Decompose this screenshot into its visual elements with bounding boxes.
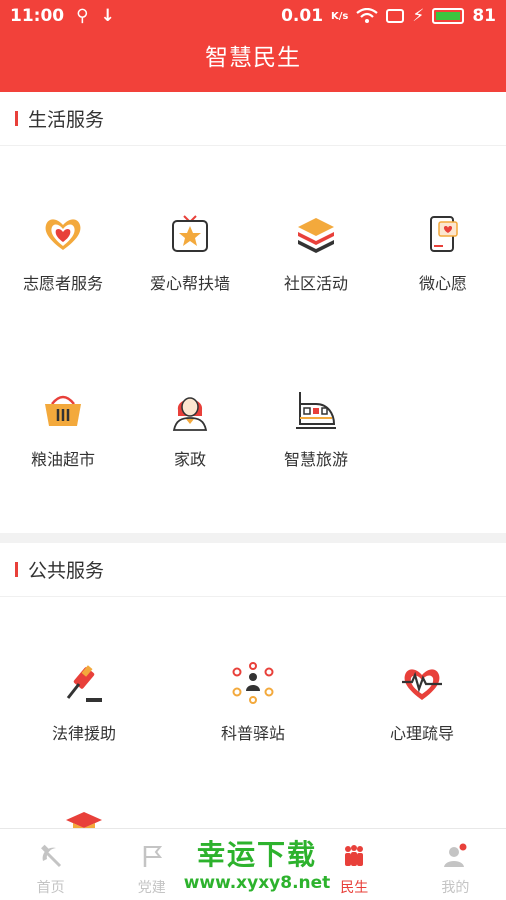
nav-label: 我的 (441, 880, 470, 896)
grid-item-label: 志愿者服务 (22, 274, 103, 293)
grid-item-label: 法律援助 (51, 724, 116, 743)
section-title: 公共服务 (28, 560, 105, 582)
page-title: 智慧民生 (205, 45, 301, 71)
people-icon (345, 845, 364, 866)
hidden-icon (240, 843, 266, 869)
grid-item-legal-aid[interactable]: 法律援助 (32, 662, 136, 744)
nav-label: 首页 (36, 880, 65, 896)
heart-hands-icon (45, 219, 81, 250)
grid-item-grocery[interactable]: 粮油超市 (10, 388, 116, 470)
grid-item-micro-wish[interactable]: 微心愿 (390, 212, 496, 294)
charging-icon: ⚡ (412, 6, 425, 26)
section-accent-bar (15, 111, 18, 126)
screen-icon (386, 9, 405, 23)
heart-pulse-icon (402, 669, 442, 700)
grid-item-charity-wall[interactable]: 爱心帮扶墙 (137, 212, 243, 294)
phone-heart-icon (430, 216, 458, 252)
network-speed-unit: K/s (331, 10, 349, 22)
usb-icon: ⚲ (76, 6, 89, 26)
grid-item-label: 心理疏导 (389, 724, 454, 743)
user-icon (444, 843, 467, 867)
grid-item-label: 家政 (173, 450, 206, 469)
basket-icon (45, 395, 81, 426)
download-icon: ↓ (100, 6, 115, 26)
grid-item-label: 爱心帮扶墙 (149, 274, 230, 293)
hammer-sickle-icon (40, 844, 61, 868)
network-icon (232, 662, 274, 704)
section-accent-bar (15, 562, 18, 577)
grid-item-housekeeping[interactable]: 家政 (137, 388, 243, 470)
nav-item-party[interactable]: 党建 (101, 829, 202, 900)
status-bar: 11:00 ⚲ ↓ 0.01 K/s ⚡ 81 (0, 0, 506, 32)
app-screen: 11:00 ⚲ ↓ 0.01 K/s ⚡ 81 智慧民生 生活服务 志愿者服务 … (0, 0, 506, 900)
battery-icon (432, 8, 465, 24)
housekeeper-icon (172, 397, 208, 431)
grid-item-label: 智慧旅游 (283, 450, 348, 469)
flag-icon (143, 846, 162, 867)
layers-icon (298, 218, 334, 253)
network-speed: 0.01 (281, 6, 324, 26)
nav-label: 党建 (137, 880, 166, 896)
notification-dot (459, 843, 467, 851)
section-divider (0, 533, 506, 543)
nav-item-hidden[interactable] (202, 829, 303, 900)
nav-item-mine[interactable]: 我的 (405, 829, 506, 900)
grid-item-label: 科普驿站 (220, 724, 285, 743)
nav-label: 民生 (340, 880, 369, 896)
tv-star-icon (172, 215, 208, 252)
train-icon (296, 392, 336, 429)
grid-item-label: 粮油超市 (30, 450, 95, 469)
nav-item-livelihood[interactable]: 民生 (304, 829, 405, 900)
grid-item-volunteer[interactable]: 志愿者服务 (10, 212, 116, 294)
section-header-public-services: 公共服务 (0, 543, 506, 597)
status-time: 11:00 (10, 6, 65, 26)
bottom-nav: 首页 党建 民生 我的 (0, 828, 506, 900)
wifi-icon (356, 8, 379, 23)
nav-item-home[interactable]: 首页 (0, 829, 101, 900)
grid-item-community-activities[interactable]: 社区活动 (263, 212, 369, 294)
grid-item-smart-travel[interactable]: 智慧旅游 (263, 388, 369, 470)
grid-item-label: 社区活动 (283, 274, 348, 293)
section-title: 生活服务 (28, 109, 105, 131)
gavel-icon (66, 665, 102, 702)
header: 11:00 ⚲ ↓ 0.01 K/s ⚡ 81 智慧民生 (0, 0, 506, 92)
grid-item-counseling[interactable]: 心理疏导 (370, 662, 474, 744)
section-header-life-services: 生活服务 (0, 92, 506, 146)
battery-level: 81 (472, 6, 496, 26)
grid-item-label: 微心愿 (418, 274, 467, 293)
grid-item-science-station[interactable]: 科普驿站 (201, 662, 305, 744)
